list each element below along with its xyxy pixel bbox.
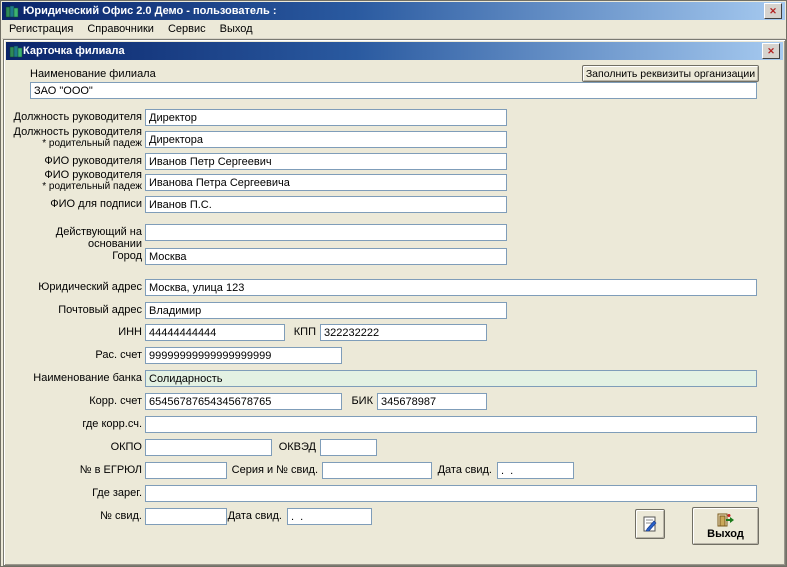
corr-account-label: Корр. счет <box>8 395 142 407</box>
save-icon <box>641 515 659 533</box>
series-cert-input[interactable] <box>322 462 432 479</box>
branch-card-icon <box>9 44 23 58</box>
app-books-icon <box>5 4 19 18</box>
cert-date2-label: Дата свид. <box>224 510 282 522</box>
kpp-input[interactable] <box>320 324 487 341</box>
corr-where-input[interactable] <box>145 416 757 433</box>
position-input[interactable] <box>145 109 507 126</box>
head-name-genitive-input[interactable] <box>145 174 507 191</box>
corr-account-input[interactable] <box>145 393 342 410</box>
okved-label: ОКВЭД <box>268 441 316 453</box>
cert-number-label: № свид. <box>8 510 142 522</box>
okpo-label: ОКПО <box>8 441 142 453</box>
city-input[interactable] <box>145 248 507 265</box>
bank-name-label: Наименование банка <box>8 372 142 384</box>
signature-name-input[interactable] <box>145 196 507 213</box>
cert-number-input[interactable] <box>145 508 227 525</box>
branch-card-body: Наименование филиала Заполнить реквизиты… <box>6 60 783 563</box>
branch-name-label: Наименование филиала <box>30 68 250 80</box>
menu-registration[interactable]: Регистрация <box>2 21 80 37</box>
exit-door-icon <box>717 513 735 527</box>
menu-bar: Регистрация Справочники Сервис Выход <box>2 20 785 39</box>
head-name-genitive-label: ФИО руководителя * родительный падеж <box>8 169 142 193</box>
branch-card-titlebar: Карточка филиала ✕ <box>6 42 783 60</box>
inn-input[interactable] <box>145 324 285 341</box>
cert-date1-label: Дата свид. <box>434 464 492 476</box>
menu-directories[interactable]: Справочники <box>80 21 161 37</box>
window-titlebar: Юридический Офис 2.0 Демо - пользователь… <box>2 2 785 20</box>
bik-input[interactable] <box>377 393 487 410</box>
egrul-label: № в ЕГРЮЛ <box>8 464 142 476</box>
position-genitive-input[interactable] <box>145 131 507 148</box>
series-cert-label: Серия и № свид. <box>230 464 318 476</box>
cert-date1-input[interactable] <box>497 462 574 479</box>
branch-card-close-button[interactable]: ✕ <box>762 43 780 59</box>
menu-service[interactable]: Сервис <box>161 21 213 37</box>
position-genitive-label: Должность руководителя * родительный пад… <box>8 126 142 150</box>
app-window: Юридический Офис 2.0 Демо - пользователь… <box>0 0 787 567</box>
branch-name-input[interactable] <box>30 82 757 99</box>
exit-button[interactable]: Выход <box>692 507 759 545</box>
legal-address-label: Юридический адрес <box>8 281 142 293</box>
bik-label: БИК <box>340 395 373 407</box>
window-title: Юридический Офис 2.0 Демо - пользователь… <box>23 5 277 17</box>
position-label: Должность руководителя <box>8 111 142 123</box>
okved-input[interactable] <box>320 439 377 456</box>
egrul-input[interactable] <box>145 462 227 479</box>
head-name-input[interactable] <box>145 153 507 170</box>
postal-address-input[interactable] <box>145 302 507 319</box>
corr-where-label: где корр.сч. <box>8 418 142 430</box>
legal-address-input[interactable] <box>145 279 757 296</box>
acting-basis-input[interactable] <box>145 224 507 241</box>
okpo-input[interactable] <box>145 439 272 456</box>
kpp-label: КПП <box>282 326 316 338</box>
save-button[interactable] <box>635 509 665 539</box>
branch-card-title: Карточка филиала <box>23 45 125 57</box>
head-name-label: ФИО руководителя <box>8 155 142 167</box>
where-registered-input[interactable] <box>145 485 757 502</box>
settlement-account-label: Рас. счет <box>8 349 142 361</box>
branch-card-window: Карточка филиала ✕ Наименование филиала … <box>3 39 786 566</box>
acting-basis-label: Действующий на основании <box>8 226 142 250</box>
inn-label: ИНН <box>8 326 142 338</box>
city-label: Город <box>8 250 142 262</box>
exit-button-label: Выход <box>707 528 744 540</box>
fill-requisites-button[interactable]: Заполнить реквизиты организации <box>582 65 759 82</box>
settlement-account-input[interactable] <box>145 347 342 364</box>
where-registered-label: Где зарег. <box>8 487 142 499</box>
signature-name-label: ФИО для подписи <box>8 198 142 210</box>
window-close-button[interactable]: ✕ <box>764 3 782 19</box>
cert-date2-input[interactable] <box>287 508 372 525</box>
postal-address-label: Почтовый адрес <box>8 304 142 316</box>
menu-exit[interactable]: Выход <box>213 21 260 37</box>
bank-name-input[interactable] <box>145 370 757 387</box>
